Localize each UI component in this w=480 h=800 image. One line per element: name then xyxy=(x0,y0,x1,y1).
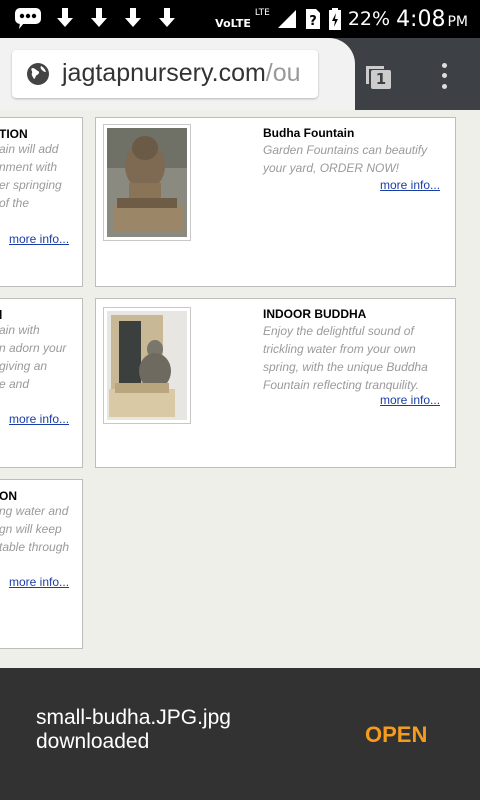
product-card-left-3: ON ng water and gn will keep table throu… xyxy=(0,479,83,649)
download-icon xyxy=(159,8,175,27)
card-desc-line: er springing xyxy=(0,178,62,192)
battery-charging-icon xyxy=(328,8,341,30)
no-sim-icon: ? xyxy=(305,9,320,29)
clock-time: 4:08 xyxy=(396,6,446,32)
card-desc-line: Garden Fountains can beautify xyxy=(263,143,428,157)
card-desc-line: ng water and xyxy=(0,504,69,518)
card-desc-line: Fountain reflecting tranquility. xyxy=(263,378,419,392)
snackbar-status: downloaded xyxy=(36,730,150,753)
more-info-link[interactable]: more info... xyxy=(9,575,69,589)
product-card-indoor-buddha: INDOOR BUDDHA Enjoy the delightful sound… xyxy=(95,298,456,468)
product-thumbnail[interactable] xyxy=(103,124,191,241)
svg-text:?: ? xyxy=(309,14,317,29)
clock: 4:08 PM xyxy=(396,7,468,32)
snackbar-message: small-budha.JPG.jpg downloaded xyxy=(36,706,296,754)
volte-label: VoLTE xyxy=(215,16,251,30)
menu-dot xyxy=(441,84,447,90)
clock-ampm: PM xyxy=(447,13,468,30)
card-desc-line: Enjoy the delightful sound of xyxy=(263,324,414,338)
signal-icon xyxy=(277,10,296,28)
download-icon xyxy=(57,8,73,27)
more-info-link[interactable]: more info... xyxy=(9,232,69,246)
menu-dot xyxy=(441,62,447,68)
overflow-menu-button[interactable] xyxy=(436,60,452,92)
indoor-buddha-image xyxy=(107,311,187,420)
card-title: TION xyxy=(0,127,28,141)
more-info-link[interactable]: more info... xyxy=(380,178,440,192)
tab-switcher-button[interactable]: 1 xyxy=(362,60,394,92)
card-title: l xyxy=(0,308,3,322)
card-desc-line: nment with xyxy=(0,160,58,174)
lte-label: LTE xyxy=(254,8,270,18)
more-info-link[interactable]: more info... xyxy=(380,393,440,407)
card-desc-line: giving an xyxy=(0,359,48,373)
download-icon xyxy=(125,8,141,27)
card-desc-line: table through xyxy=(0,540,70,554)
address-bar[interactable]: jagtapnursery.com/ou xyxy=(12,50,318,98)
buddha-head-image xyxy=(107,128,187,237)
system-icons: VoLTE LTE ? 22% 4:08 PM xyxy=(215,0,468,38)
globe-icon xyxy=(27,63,49,85)
more-info-link[interactable]: more info... xyxy=(9,412,69,426)
card-desc-line: ain will add xyxy=(0,142,59,156)
product-card-left-2: l ain with n adorn your giving an e and … xyxy=(0,298,83,468)
card-desc-line: spring, with the unique Buddha xyxy=(263,360,428,374)
open-download-button[interactable]: OPEN xyxy=(365,722,427,748)
card-desc-line: your yard, ORDER NOW! xyxy=(263,161,400,175)
card-title: ON xyxy=(0,489,17,503)
card-desc-line: ain with xyxy=(0,323,40,337)
card-desc-line: trickling water from your own xyxy=(263,342,416,356)
card-title: Budha Fountain xyxy=(263,126,355,140)
product-card-budha-fountain: Budha Fountain Garden Fountains can beau… xyxy=(95,117,456,287)
notification-icons xyxy=(14,6,178,30)
card-desc-line: of the xyxy=(0,196,30,210)
card-title: INDOOR BUDDHA xyxy=(263,307,367,321)
product-thumbnail[interactable] xyxy=(103,307,191,424)
tab-count: 1 xyxy=(375,70,387,88)
url-text: jagtapnursery.com/ou xyxy=(62,59,301,88)
url-path: /ou xyxy=(265,59,301,87)
card-desc-line: e and xyxy=(0,377,30,391)
download-icon xyxy=(91,8,107,27)
url-host: jagtapnursery.com xyxy=(62,59,266,87)
card-desc-line: gn will keep xyxy=(0,522,62,536)
status-bar: VoLTE LTE ? 22% 4:08 PM xyxy=(0,0,480,38)
snackbar-filename: small-budha.JPG.jpg xyxy=(36,706,231,729)
chat-notification-icon xyxy=(15,8,41,29)
battery-percent: 22% xyxy=(347,8,391,30)
product-card-left-1: TION ain will add nment with er springin… xyxy=(0,117,83,287)
menu-dot xyxy=(441,73,447,79)
web-page-content: TION ain will add nment with er springin… xyxy=(0,110,480,668)
card-desc-line: n adorn your xyxy=(0,341,67,355)
